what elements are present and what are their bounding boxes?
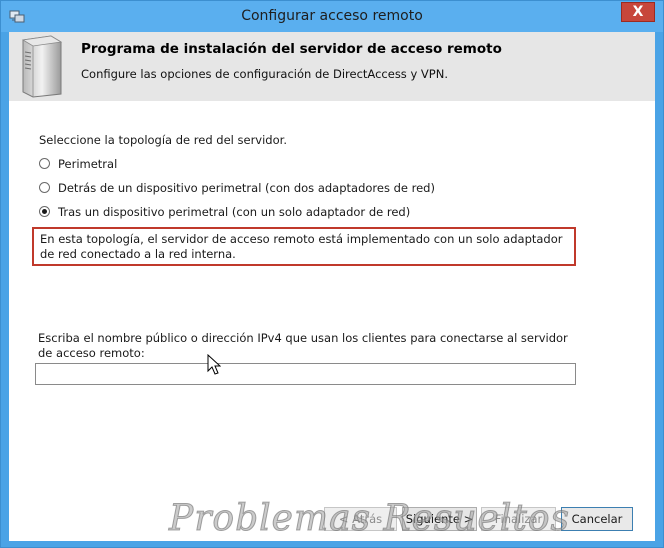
address-prompt: Escriba el nombre público o dirección IP… [38,331,568,360]
close-icon: X [632,4,644,20]
radio-label: Detrás de un dispositivo perimetral (con… [58,181,435,195]
server-icon [21,35,63,98]
dialog-window: Configurar acceso remoto X Programa de i… [0,0,664,548]
window-title: Configurar acceso remoto [241,8,423,24]
radio-label: Perimetral [58,157,118,171]
radio-label: Tras un dispositivo perimetral (con un s… [58,205,411,219]
topology-prompt: Seleccione la topología de red del servi… [39,133,287,147]
radio-button[interactable] [39,182,50,193]
wizard-title: Programa de instalación del servidor de … [81,41,502,57]
title-bar[interactable]: Configurar acceso remoto X [1,1,663,32]
topology-description: En esta topología, el servidor de acceso… [40,232,563,261]
mouse-pointer-icon [207,354,221,375]
wizard-header: Programa de instalación del servidor de … [9,32,655,101]
public-address-input[interactable] [35,363,576,385]
wizard-content: Programa de instalación del servidor de … [9,32,655,541]
radio-button-selected[interactable] [39,206,50,217]
cancel-button[interactable]: Cancelar [561,507,633,531]
radio-button[interactable] [39,158,50,169]
watermark: Problemas Resueltos [169,498,570,540]
close-button[interactable]: X [621,2,655,22]
wizard-subtitle: Configure las opciones de configuración … [81,67,448,81]
topology-description-box: En esta topología, el servidor de acceso… [32,227,576,266]
